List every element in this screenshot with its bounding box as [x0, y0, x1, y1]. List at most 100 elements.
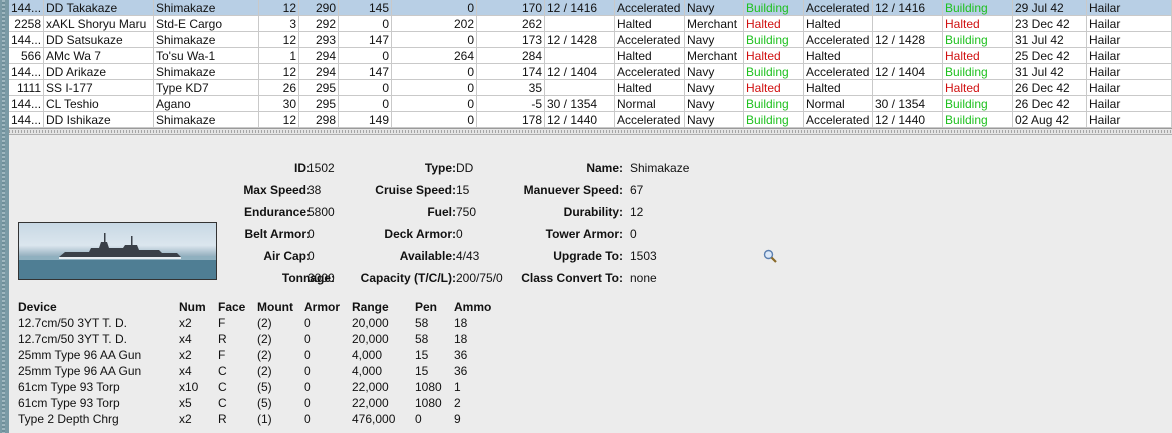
- cell-n5[interactable]: 178: [477, 112, 545, 128]
- cell-n3[interactable]: 147: [339, 64, 392, 80]
- cell-type[interactable]: Merchant: [685, 16, 744, 32]
- cell-n2[interactable]: 293: [299, 32, 339, 48]
- cell-type[interactable]: Navy: [685, 112, 744, 128]
- table-row[interactable]: 2258 xAKL Shoryu Maru Std-E Cargo 3 292 0 202 2…: [9, 16, 1172, 32]
- cell-n6[interactable]: 12 / 1428: [545, 32, 615, 48]
- cell-port[interactable]: Hailar: [1087, 80, 1172, 96]
- cell-n2[interactable]: 290: [299, 0, 339, 16]
- cell-date[interactable]: 23 Dec 42: [1013, 16, 1087, 32]
- cell-n5[interactable]: 262: [477, 16, 545, 32]
- cell-date[interactable]: 25 Dec 42: [1013, 48, 1087, 64]
- cell-port[interactable]: Hailar: [1087, 96, 1172, 112]
- cell-s4[interactable]: Halted: [943, 16, 1013, 32]
- cell-name[interactable]: DD Takakaze: [44, 0, 154, 16]
- cell-name[interactable]: xAKL Shoryu Maru: [44, 16, 154, 32]
- cell-n4[interactable]: 264: [392, 48, 477, 64]
- cell-s1[interactable]: Building: [744, 96, 804, 112]
- cell-c0[interactable]: 2258: [9, 16, 44, 32]
- cell-n6[interactable]: [545, 16, 615, 32]
- cell-s2[interactable]: Halted: [804, 16, 873, 32]
- cell-s3[interactable]: [873, 80, 943, 96]
- cell-date[interactable]: 26 Dec 42: [1013, 80, 1087, 96]
- cell-s3[interactable]: [873, 48, 943, 64]
- cell-s3[interactable]: [873, 16, 943, 32]
- cell-type[interactable]: Navy: [685, 80, 744, 96]
- cell-n2[interactable]: 292: [299, 16, 339, 32]
- table-row[interactable]: 566 AMc Wa 7 To'su Wa-1 1 294 0 264 284 Halted Me…: [9, 48, 1172, 64]
- cell-n4[interactable]: 0: [392, 80, 477, 96]
- cell-n2[interactable]: 295: [299, 96, 339, 112]
- cell-port[interactable]: Hailar: [1087, 48, 1172, 64]
- cell-mode[interactable]: Halted: [615, 48, 685, 64]
- table-row[interactable]: 144... DD Satsukaze Shimakaze 12 293 147 0 173 1…: [9, 32, 1172, 48]
- ship-production-table[interactable]: 144... DD Takakaze Shimakaze 12 290 145 0 170 12…: [9, 0, 1172, 128]
- cell-c0[interactable]: 144...: [9, 64, 44, 80]
- cell-n6[interactable]: [545, 48, 615, 64]
- cell-n4[interactable]: 0: [392, 96, 477, 112]
- cell-n6[interactable]: 12 / 1440: [545, 112, 615, 128]
- cell-s1[interactable]: Halted: [744, 48, 804, 64]
- cell-c0[interactable]: 144...: [9, 0, 44, 16]
- cell-n3[interactable]: 147: [339, 32, 392, 48]
- cell-s1[interactable]: Halted: [744, 80, 804, 96]
- table-row[interactable]: 144... DD Ishikaze Shimakaze 12 298 149 0 178 12…: [9, 112, 1172, 128]
- cell-class[interactable]: Shimakaze: [154, 0, 259, 16]
- cell-n2[interactable]: 298: [299, 112, 339, 128]
- cell-c0[interactable]: 144...: [9, 112, 44, 128]
- table-row[interactable]: 1111 SS I-177 Type KD7 26 295 0 0 35 Halted Navy H…: [9, 80, 1172, 96]
- cell-class[interactable]: Shimakaze: [154, 112, 259, 128]
- cell-mode[interactable]: Accelerated: [615, 112, 685, 128]
- cell-n2[interactable]: 294: [299, 64, 339, 80]
- cell-n3[interactable]: 149: [339, 112, 392, 128]
- cell-name[interactable]: DD Arikaze: [44, 64, 154, 80]
- cell-n3[interactable]: 145: [339, 0, 392, 16]
- cell-n4[interactable]: 0: [392, 64, 477, 80]
- table-row[interactable]: 144... CL Teshio Agano 30 295 0 0 -5 30 / 1354 No…: [9, 96, 1172, 112]
- cell-port[interactable]: Hailar: [1087, 64, 1172, 80]
- cell-name[interactable]: DD Satsukaze: [44, 32, 154, 48]
- cell-s4[interactable]: Building: [943, 64, 1013, 80]
- cell-mode[interactable]: Normal: [615, 96, 685, 112]
- table-row[interactable]: 144... DD Takakaze Shimakaze 12 290 145 0 170 12…: [9, 0, 1172, 16]
- cell-n5[interactable]: 35: [477, 80, 545, 96]
- cell-c0[interactable]: 144...: [9, 32, 44, 48]
- cell-s2[interactable]: Accelerated: [804, 64, 873, 80]
- cell-date[interactable]: 31 Jul 42: [1013, 64, 1087, 80]
- cell-n1[interactable]: 1: [259, 48, 299, 64]
- cell-class[interactable]: Agano: [154, 96, 259, 112]
- cell-date[interactable]: 02 Aug 42: [1013, 112, 1087, 128]
- cell-mode[interactable]: Halted: [615, 16, 685, 32]
- cell-s3[interactable]: 12 / 1440: [873, 112, 943, 128]
- cell-n3[interactable]: 0: [339, 96, 392, 112]
- cell-n2[interactable]: 294: [299, 48, 339, 64]
- cell-name[interactable]: CL Teshio: [44, 96, 154, 112]
- cell-s1[interactable]: Building: [744, 112, 804, 128]
- cell-s2[interactable]: Normal: [804, 96, 873, 112]
- cell-n3[interactable]: 0: [339, 16, 392, 32]
- cell-n1[interactable]: 30: [259, 96, 299, 112]
- split-pane-divider[interactable]: [9, 128, 1172, 135]
- cell-n1[interactable]: 12: [259, 32, 299, 48]
- cell-date[interactable]: 31 Jul 42: [1013, 32, 1087, 48]
- cell-mode[interactable]: Accelerated: [615, 64, 685, 80]
- cell-s3[interactable]: 12 / 1416: [873, 0, 943, 16]
- cell-mode[interactable]: Halted: [615, 80, 685, 96]
- cell-n6[interactable]: [545, 80, 615, 96]
- cell-n3[interactable]: 0: [339, 80, 392, 96]
- cell-n5[interactable]: -5: [477, 96, 545, 112]
- magnifier-icon[interactable]: [763, 249, 777, 263]
- cell-n6[interactable]: 12 / 1416: [545, 0, 615, 16]
- cell-c0[interactable]: 1111: [9, 80, 44, 96]
- cell-n6[interactable]: 30 / 1354: [545, 96, 615, 112]
- cell-class[interactable]: Shimakaze: [154, 32, 259, 48]
- cell-name[interactable]: AMc Wa 7: [44, 48, 154, 64]
- cell-type[interactable]: Navy: [685, 64, 744, 80]
- cell-s2[interactable]: Accelerated: [804, 112, 873, 128]
- cell-s4[interactable]: Halted: [943, 48, 1013, 64]
- cell-name[interactable]: SS I-177: [44, 80, 154, 96]
- cell-c0[interactable]: 144...: [9, 96, 44, 112]
- cell-s4[interactable]: Halted: [943, 80, 1013, 96]
- cell-n5[interactable]: 284: [477, 48, 545, 64]
- cell-type[interactable]: Navy: [685, 0, 744, 16]
- cell-n1[interactable]: 12: [259, 112, 299, 128]
